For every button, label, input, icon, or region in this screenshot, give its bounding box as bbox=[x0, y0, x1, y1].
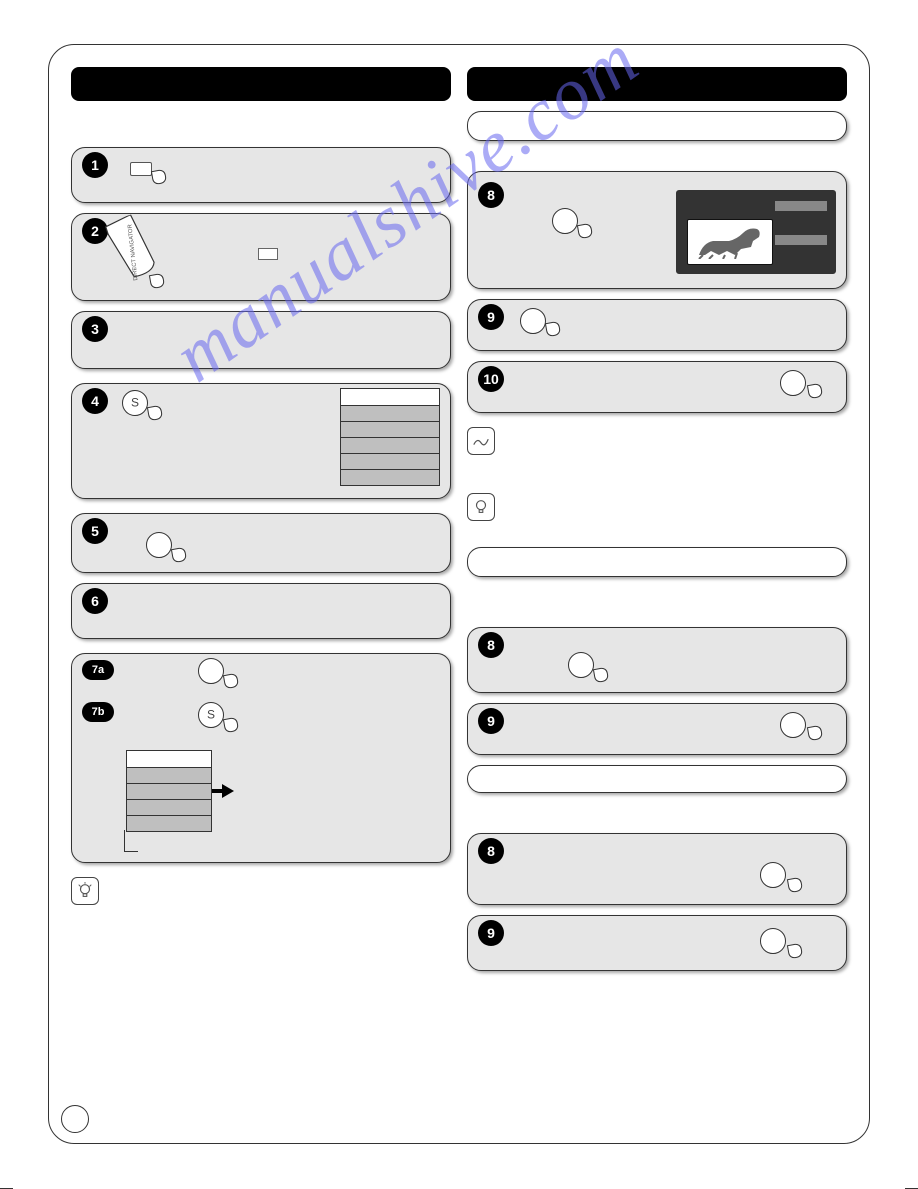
sub-heading-box-1 bbox=[467, 111, 847, 141]
step-4-badge: 4 bbox=[82, 388, 108, 414]
round-button-icon bbox=[760, 862, 786, 888]
crop-mark-bl bbox=[0, 1175, 13, 1189]
hand-cursor-icon bbox=[146, 274, 166, 292]
hand-cursor-icon bbox=[168, 548, 188, 566]
step-3: 3 bbox=[71, 311, 451, 369]
step-9b-badge: 9 bbox=[478, 708, 504, 734]
step-7: 7a 7b bbox=[71, 653, 451, 863]
step-9b: 9 bbox=[467, 703, 847, 755]
step-5-badge: 5 bbox=[82, 518, 108, 544]
right-section-header bbox=[467, 67, 847, 101]
step-1-badge: 1 bbox=[82, 152, 108, 178]
hand-cursor-icon bbox=[220, 718, 240, 736]
step-6-badge: 6 bbox=[82, 588, 108, 614]
right-column: 8 bbox=[467, 67, 847, 1125]
connector-line-icon bbox=[124, 830, 125, 852]
arrow-right-icon bbox=[222, 784, 234, 798]
step-10: 10 bbox=[467, 361, 847, 413]
step-8c: 8 bbox=[467, 833, 847, 905]
wave-hint-icon bbox=[467, 427, 495, 455]
lightbulb-hint-icon bbox=[467, 493, 495, 521]
crop-mark-tr bbox=[905, 0, 918, 13]
page-frame: manualshive.com 1 2 DIRECT bbox=[48, 44, 870, 1144]
step-8c-badge: 8 bbox=[478, 838, 504, 864]
hand-cursor-icon bbox=[220, 674, 240, 692]
step-3-badge: 3 bbox=[82, 316, 108, 342]
hand-cursor-icon bbox=[148, 170, 168, 188]
sub-heading-box-3 bbox=[467, 765, 847, 793]
dinosaur-icon bbox=[695, 225, 765, 259]
lightbulb-hint-icon bbox=[71, 877, 99, 905]
step-7a-badge: 7a bbox=[82, 660, 114, 680]
hand-cursor-icon bbox=[590, 668, 610, 686]
step-6: 6 bbox=[71, 583, 451, 639]
step-9c: 9 bbox=[467, 915, 847, 971]
hand-cursor-icon bbox=[804, 726, 824, 744]
step-8b-badge: 8 bbox=[478, 632, 504, 658]
submenu-list-icon bbox=[126, 750, 212, 832]
step-9c-badge: 9 bbox=[478, 920, 504, 946]
step-10-badge: 10 bbox=[478, 366, 504, 392]
sub-heading-box-2 bbox=[467, 547, 847, 577]
connector-leg-icon bbox=[124, 851, 138, 852]
small-indicator-icon bbox=[258, 248, 278, 260]
step-4: 4 bbox=[71, 383, 451, 499]
step-2: 2 DIRECT NAVIGATOR bbox=[71, 213, 451, 301]
step-9a: 9 bbox=[467, 299, 847, 351]
left-section-header bbox=[71, 67, 451, 101]
hand-cursor-icon bbox=[144, 406, 164, 424]
hand-cursor-icon bbox=[574, 224, 594, 242]
step-8-preview: 8 bbox=[467, 171, 847, 289]
tv-thumbnail-icon bbox=[676, 190, 836, 274]
hand-cursor-icon bbox=[784, 878, 804, 896]
round-button-icon bbox=[780, 712, 806, 738]
round-button-icon bbox=[780, 370, 806, 396]
hand-cursor-icon bbox=[542, 322, 562, 340]
step-7b-badge: 7b bbox=[82, 702, 114, 722]
round-button-icon bbox=[760, 928, 786, 954]
step-8b: 8 bbox=[467, 627, 847, 693]
crop-mark-tl bbox=[0, 0, 13, 13]
step-1: 1 bbox=[71, 147, 451, 203]
step-5: 5 bbox=[71, 513, 451, 573]
step-9-badge: 9 bbox=[478, 304, 504, 330]
page-number-circle bbox=[61, 1105, 89, 1133]
step-8-badge: 8 bbox=[478, 182, 504, 208]
hand-cursor-icon bbox=[784, 944, 804, 962]
left-column: 1 2 DIRECT NAVIGATOR bbox=[71, 67, 451, 1125]
hand-cursor-icon bbox=[804, 384, 824, 402]
menu-list-icon bbox=[340, 388, 440, 486]
crop-mark-br bbox=[905, 1175, 918, 1189]
